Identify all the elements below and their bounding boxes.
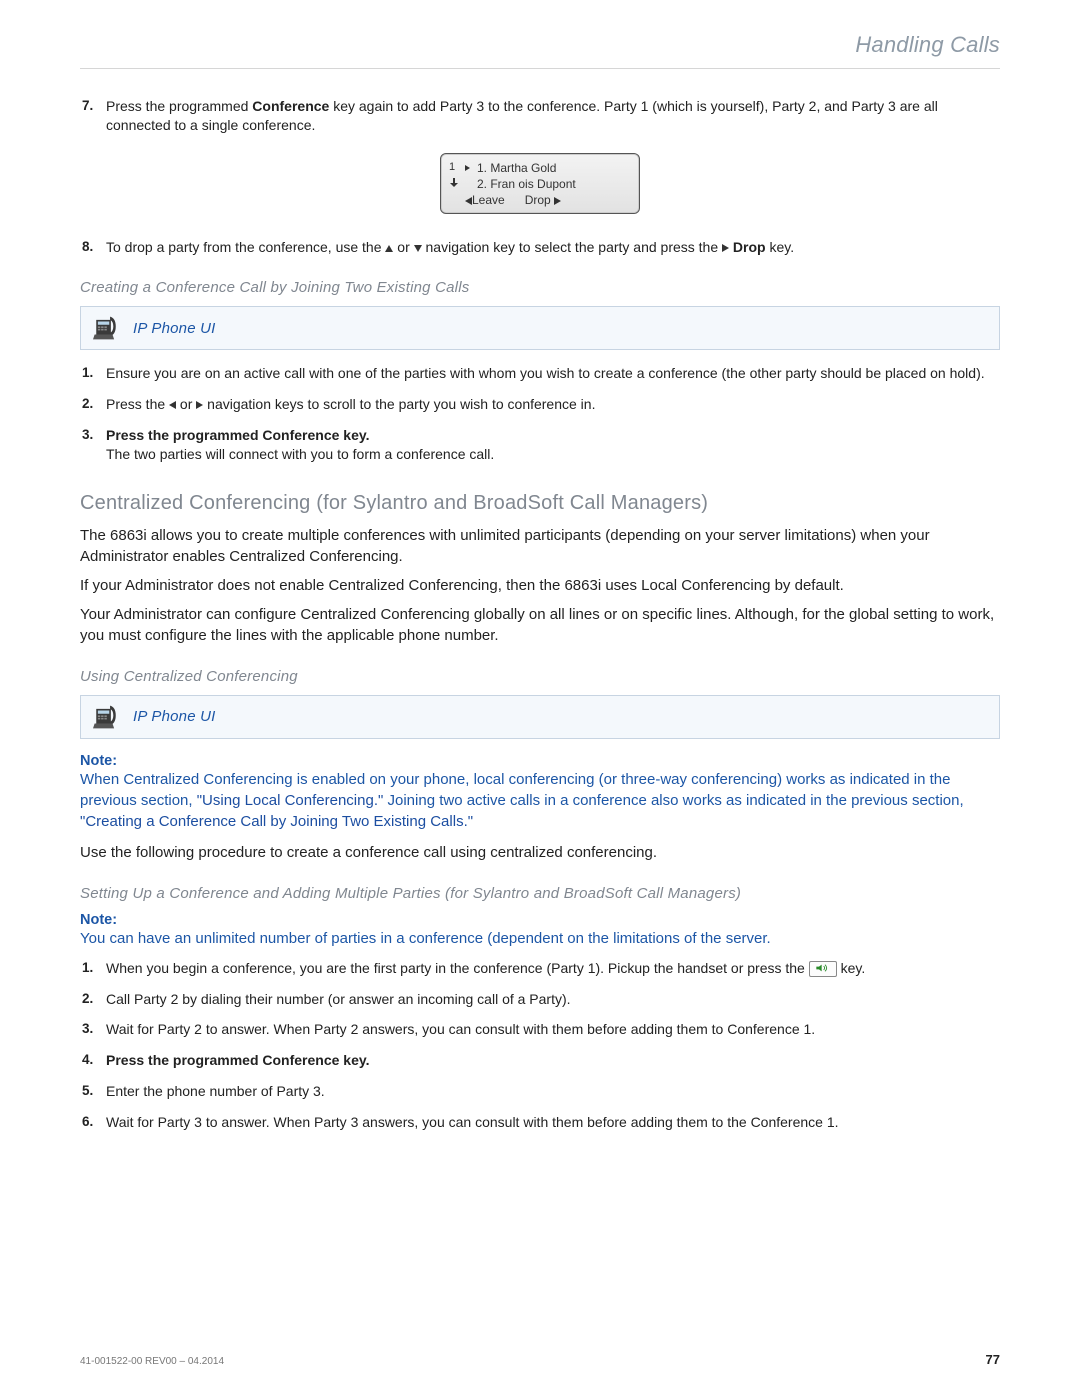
step-text: Press the <box>106 396 169 412</box>
note-label: Note: <box>80 753 1000 769</box>
list-item: 2. Call Party 2 by dialing their number … <box>106 990 1000 1009</box>
step-list-join: 1. Ensure you are on an active call with… <box>80 364 1000 464</box>
arrow-left-icon <box>169 401 176 409</box>
step-text: Call Party 2 by dialing their number (or… <box>106 991 571 1007</box>
screen-col1-top: 1 <box>449 160 459 175</box>
link-creating-conference-call[interactable]: "Creating a Conference Call by Joining T… <box>80 813 473 830</box>
step-text: Enter the phone number of Party 3. <box>106 1083 325 1099</box>
step-text: When you begin a conference, you are the… <box>106 960 809 976</box>
section-heading-join: Creating a Conference Call by Joining Tw… <box>80 279 1000 296</box>
step-number: 5. <box>82 1082 93 1100</box>
step-text-bold: Conference <box>262 427 339 443</box>
list-item: 3. Press the programmed Conference key. … <box>106 426 1000 464</box>
phone-screen-figure: 1 1. Martha Gold 2. Fran ois Dupont Leav… <box>440 153 640 214</box>
note-text: Joining two active calls in a conference… <box>383 792 963 809</box>
step-number: 2. <box>82 395 93 413</box>
list-item: 6. Wait for Party 3 to answer. When Part… <box>106 1113 1000 1132</box>
section-heading-using: Using Centralized Conferencing <box>80 668 1000 685</box>
step-text: or <box>393 239 413 255</box>
phone-icon <box>93 704 119 730</box>
paragraph: Use the following procedure to create a … <box>80 842 1000 863</box>
screen-col1-bot <box>449 177 459 192</box>
step-number: 2. <box>82 990 93 1008</box>
note-label: Note: <box>80 912 1000 928</box>
note-body: You can have an unlimited number of part… <box>80 928 1000 949</box>
list-item: 2. Press the or navigation keys to scrol… <box>106 395 1000 414</box>
phone-icon <box>93 315 119 341</box>
list-item: 1. Ensure you are on an active call with… <box>106 364 1000 383</box>
list-item: 1. When you begin a conference, you are … <box>106 959 1000 978</box>
step-text: navigation keys to scroll to the party y… <box>203 396 595 412</box>
step-text: key. <box>339 427 369 443</box>
paragraph: The 6863i allows you to create multiple … <box>80 525 1000 567</box>
arrow-right-icon <box>554 197 561 205</box>
step-number: 7. <box>82 97 93 115</box>
step-text: navigation key to select the party and p… <box>422 239 722 255</box>
step-number: 8. <box>82 238 93 256</box>
step-text: key. <box>339 1052 369 1068</box>
screen-line2: 2. Fran ois Dupont <box>477 176 576 192</box>
section-heading-setup: Setting Up a Conference and Adding Multi… <box>80 885 1000 902</box>
paragraph: If your Administrator does not enable Ce… <box>80 575 1000 596</box>
step-subtext: The two parties will connect with you to… <box>106 445 1000 464</box>
step-8: 8. To drop a party from the conference, … <box>106 238 1000 257</box>
screen-line1: 1. Martha Gold <box>477 160 556 176</box>
speaker-key-icon <box>809 961 837 977</box>
step-text-bold: Drop <box>729 239 766 255</box>
step-number: 6. <box>82 1113 93 1131</box>
step-text: key. <box>766 239 795 255</box>
step-number: 1. <box>82 364 93 382</box>
paragraph: Your Administrator can configure Central… <box>80 604 1000 646</box>
step-text: or <box>176 396 196 412</box>
step-text: Press the programmed <box>106 1052 262 1068</box>
step-list-top: 7. Press the programmed Conference key a… <box>80 97 1000 135</box>
page-footer: 41-001522-00 REV00 – 04.2014 77 <box>80 1352 1000 1367</box>
ip-phone-ui-label: IP Phone UI <box>133 708 216 725</box>
arrow-right-icon <box>722 244 729 252</box>
step-number: 4. <box>82 1051 93 1069</box>
step-text: Wait for Party 3 to answer. When Party 3… <box>106 1114 839 1130</box>
step-text: Press the programmed <box>106 98 252 114</box>
step-number: 3. <box>82 426 93 444</box>
screen-drop: Drop <box>525 193 551 207</box>
step-list-setup: 1. When you begin a conference, you are … <box>80 959 1000 1132</box>
doc-id: 41-001522-00 REV00 – 04.2014 <box>80 1356 224 1367</box>
step-text: Press the programmed <box>106 427 262 443</box>
step-text: Wait for Party 2 to answer. When Party 2… <box>106 1021 815 1037</box>
step-number: 1. <box>82 959 93 977</box>
link-using-local-conferencing[interactable]: "Using Local Conferencing." <box>197 792 384 809</box>
page-header-title: Handling Calls <box>80 32 1000 69</box>
section-heading-centralized: Centralized Conferencing (for Sylantro a… <box>80 492 1000 515</box>
note-body: When Centralized Conferencing is enabled… <box>80 769 1000 832</box>
ip-phone-ui-box: IP Phone UI <box>80 695 1000 739</box>
arrow-left-icon <box>465 197 472 205</box>
screen-leave: Leave <box>472 193 505 207</box>
list-item: 3. Wait for Party 2 to answer. When Part… <box>106 1020 1000 1039</box>
step-text: key. <box>841 960 866 976</box>
arrow-down-icon <box>414 245 422 252</box>
list-item: 4. Press the programmed Conference key. <box>106 1051 1000 1070</box>
list-item: 5. Enter the phone number of Party 3. <box>106 1082 1000 1101</box>
step-text: To drop a party from the conference, use… <box>106 239 385 255</box>
step-text-bold: Conference <box>262 1052 339 1068</box>
ip-phone-ui-label: IP Phone UI <box>133 320 216 337</box>
step-list-top-2: 8. To drop a party from the conference, … <box>80 238 1000 257</box>
step-number: 3. <box>82 1020 93 1038</box>
page-number: 77 <box>986 1352 1000 1367</box>
step-7: 7. Press the programmed Conference key a… <box>106 97 1000 135</box>
ip-phone-ui-box: IP Phone UI <box>80 306 1000 350</box>
step-text: Ensure you are on an active call with on… <box>106 365 985 381</box>
step-text-bold: Conference <box>252 98 329 114</box>
arrow-right-icon <box>465 165 470 171</box>
